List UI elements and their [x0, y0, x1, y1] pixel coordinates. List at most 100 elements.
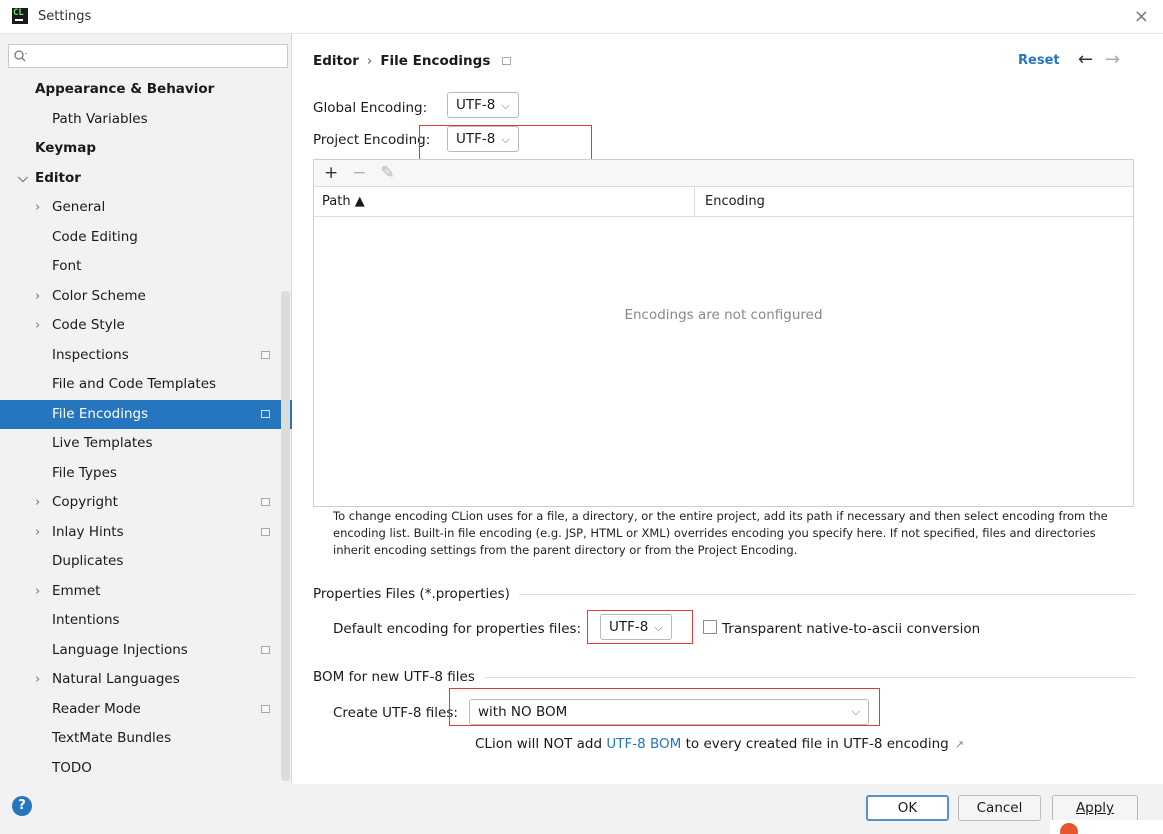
- sidebar-item-copyright[interactable]: › Copyright: [0, 488, 292, 517]
- dialog-footer: ? OK Cancel Apply: [0, 784, 1163, 834]
- path-column-header[interactable]: Path ▲: [322, 187, 365, 217]
- sidebar-item-label: Keymap: [35, 140, 97, 156]
- transparent-conversion-label[interactable]: Transparent native-to-ascii conversion: [722, 621, 980, 637]
- chevron-right-icon[interactable]: ›: [35, 311, 40, 340]
- cancel-button[interactable]: Cancel: [958, 795, 1041, 821]
- help-icon[interactable]: ?: [12, 796, 32, 816]
- project-scope-icon: [261, 645, 270, 654]
- sidebar-item-label: Intentions: [52, 612, 120, 628]
- close-icon[interactable]: ×: [1134, 6, 1149, 27]
- transparent-conversion-checkbox[interactable]: [703, 620, 717, 634]
- sidebar-item-path-variables[interactable]: Path Variables: [0, 105, 292, 134]
- sidebar-item-font[interactable]: Font: [0, 252, 292, 281]
- global-encoding-label: Global Encoding:: [313, 100, 428, 116]
- highlight-box: [419, 125, 592, 163]
- sidebar-item-label: Editor: [35, 169, 81, 186]
- project-scope-icon: [261, 409, 270, 418]
- project-scope-icon: [261, 350, 270, 359]
- sidebar-item-emmet[interactable]: › Emmet: [0, 577, 292, 606]
- sidebar-item-file-types[interactable]: File Types: [0, 459, 292, 488]
- sidebar-item-general[interactable]: › General: [0, 193, 292, 222]
- add-icon[interactable]: +: [324, 163, 338, 183]
- sidebar-item-label: TextMate Bundles: [52, 730, 172, 746]
- highlight-box: [587, 610, 693, 644]
- sidebar-item-textmate-bundles[interactable]: TextMate Bundles: [0, 724, 292, 753]
- group-divider: [485, 677, 1135, 678]
- sidebar-item-code-style[interactable]: › Code Style: [0, 311, 292, 340]
- sidebar-item-label: Emmet: [52, 582, 101, 599]
- sidebar-item-label: Reader Mode: [52, 700, 141, 717]
- bom-info-prefix: CLion will NOT add: [475, 736, 603, 752]
- project-scope-icon: [502, 57, 512, 65]
- empty-table-text: Encodings are not configured: [624, 307, 823, 323]
- settings-sidebar: Appearance & Behavior Path Variables Keyma…: [0, 34, 292, 784]
- breadcrumb: Editor › File Encodings: [313, 53, 512, 69]
- sidebar-item-label: Color Scheme: [52, 287, 146, 304]
- sidebar-item-language-injections[interactable]: Language Injections: [0, 636, 292, 665]
- sidebar-item-label: General: [52, 199, 106, 215]
- project-encoding-label: Project Encoding:: [313, 132, 431, 148]
- highlight-box: [449, 688, 880, 726]
- sidebar-item-label: File Encodings: [52, 405, 149, 422]
- chevron-down-icon[interactable]: ⌵: [18, 164, 28, 193]
- sidebar-item-inspections[interactable]: Inspections: [0, 341, 292, 370]
- sidebar-item-file-encodings[interactable]: File Encodings: [0, 399, 292, 429]
- bom-info-suffix: to every created file in UTF-8 encoding: [685, 736, 949, 752]
- chevron-right-icon[interactable]: ›: [35, 518, 40, 547]
- project-scope-icon: [261, 498, 270, 506]
- sidebar-item-live-templates[interactable]: Live Templates: [0, 429, 292, 458]
- sidebar-item-natural-languages[interactable]: › Natural Languages: [0, 665, 292, 694]
- bom-group-title: BOM for new UTF-8 files: [313, 669, 475, 685]
- chevron-right-icon[interactable]: ›: [35, 488, 40, 517]
- sidebar-item-color-scheme[interactable]: › Color Scheme: [0, 282, 292, 311]
- external-link-icon: ↗: [954, 738, 964, 751]
- sidebar-item-duplicates[interactable]: Duplicates: [0, 547, 292, 576]
- search-input[interactable]: [8, 44, 288, 68]
- path-encoding-table: + − ✎ Path ▲ Encoding Encodings are not co…: [313, 159, 1134, 507]
- breadcrumb-parent[interactable]: Editor: [313, 53, 359, 69]
- project-scope-icon: [261, 527, 270, 536]
- sidebar-item-label: Copyright: [52, 494, 118, 510]
- corner-logo-icon: [1060, 823, 1078, 834]
- sidebar-item-inlay-hints[interactable]: › Inlay Hints: [0, 518, 292, 547]
- sidebar-item-label: Appearance & Behavior: [35, 81, 215, 97]
- edit-icon[interactable]: ✎: [381, 163, 395, 183]
- breadcrumb-current: File Encodings: [380, 53, 491, 69]
- encoding-help-text: To change encoding CLion uses for a file…: [333, 509, 1108, 557]
- forward-arrow-icon[interactable]: →: [1105, 49, 1120, 70]
- sidebar-item-editor[interactable]: ⌵ Editor: [0, 164, 292, 193]
- sidebar-item-label: TODO: [52, 759, 92, 776]
- sidebar-item-label: Duplicates: [52, 553, 124, 569]
- apply-button[interactable]: Apply: [1052, 795, 1138, 821]
- chevron-right-icon[interactable]: ›: [35, 193, 40, 222]
- sidebar-item-keymap[interactable]: Keymap: [0, 134, 292, 163]
- utf8-bom-link[interactable]: UTF-8 BOM: [606, 736, 681, 752]
- sidebar-item-todo[interactable]: TODO: [0, 754, 292, 783]
- reset-link[interactable]: Reset: [1018, 53, 1060, 68]
- sidebar-item-label: Code Style: [52, 317, 125, 333]
- chevron-right-icon[interactable]: ›: [35, 665, 40, 694]
- sidebar-item-label: Font: [52, 258, 82, 274]
- chevron-right-icon[interactable]: ›: [35, 577, 40, 606]
- remove-icon[interactable]: −: [352, 163, 366, 183]
- sidebar-item-label: Natural Languages: [52, 671, 180, 687]
- sidebar-item-appearance-behavior[interactable]: Appearance & Behavior: [0, 75, 292, 104]
- global-encoding-combo[interactable]: UTF-8 ⌵: [447, 92, 519, 118]
- ok-button[interactable]: OK: [866, 795, 949, 821]
- sidebar-scrollbar[interactable]: [281, 291, 290, 781]
- chevron-right-icon[interactable]: ›: [35, 282, 40, 311]
- properties-group-title: Properties Files (*.properties): [313, 586, 510, 602]
- project-scope-icon: [261, 704, 270, 713]
- sidebar-item-label: Live Templates: [52, 435, 153, 451]
- group-divider: [519, 594, 1135, 595]
- sidebar-item-reader-mode[interactable]: Reader Mode: [0, 695, 292, 724]
- sidebar-item-code-editing[interactable]: Code Editing: [0, 223, 292, 252]
- search-icon: [14, 50, 27, 62]
- properties-encoding-label: Default encoding for properties files:: [333, 621, 582, 637]
- back-arrow-icon[interactable]: ←: [1078, 49, 1093, 70]
- sidebar-item-file-and-code-templates[interactable]: File and Code Templates: [0, 370, 292, 399]
- corner-logo: [1050, 820, 1163, 834]
- encoding-column-header[interactable]: Encoding: [694, 187, 765, 216]
- create-utf8-label: Create UTF-8 files:: [333, 705, 458, 721]
- sidebar-item-intentions[interactable]: Intentions: [0, 606, 292, 635]
